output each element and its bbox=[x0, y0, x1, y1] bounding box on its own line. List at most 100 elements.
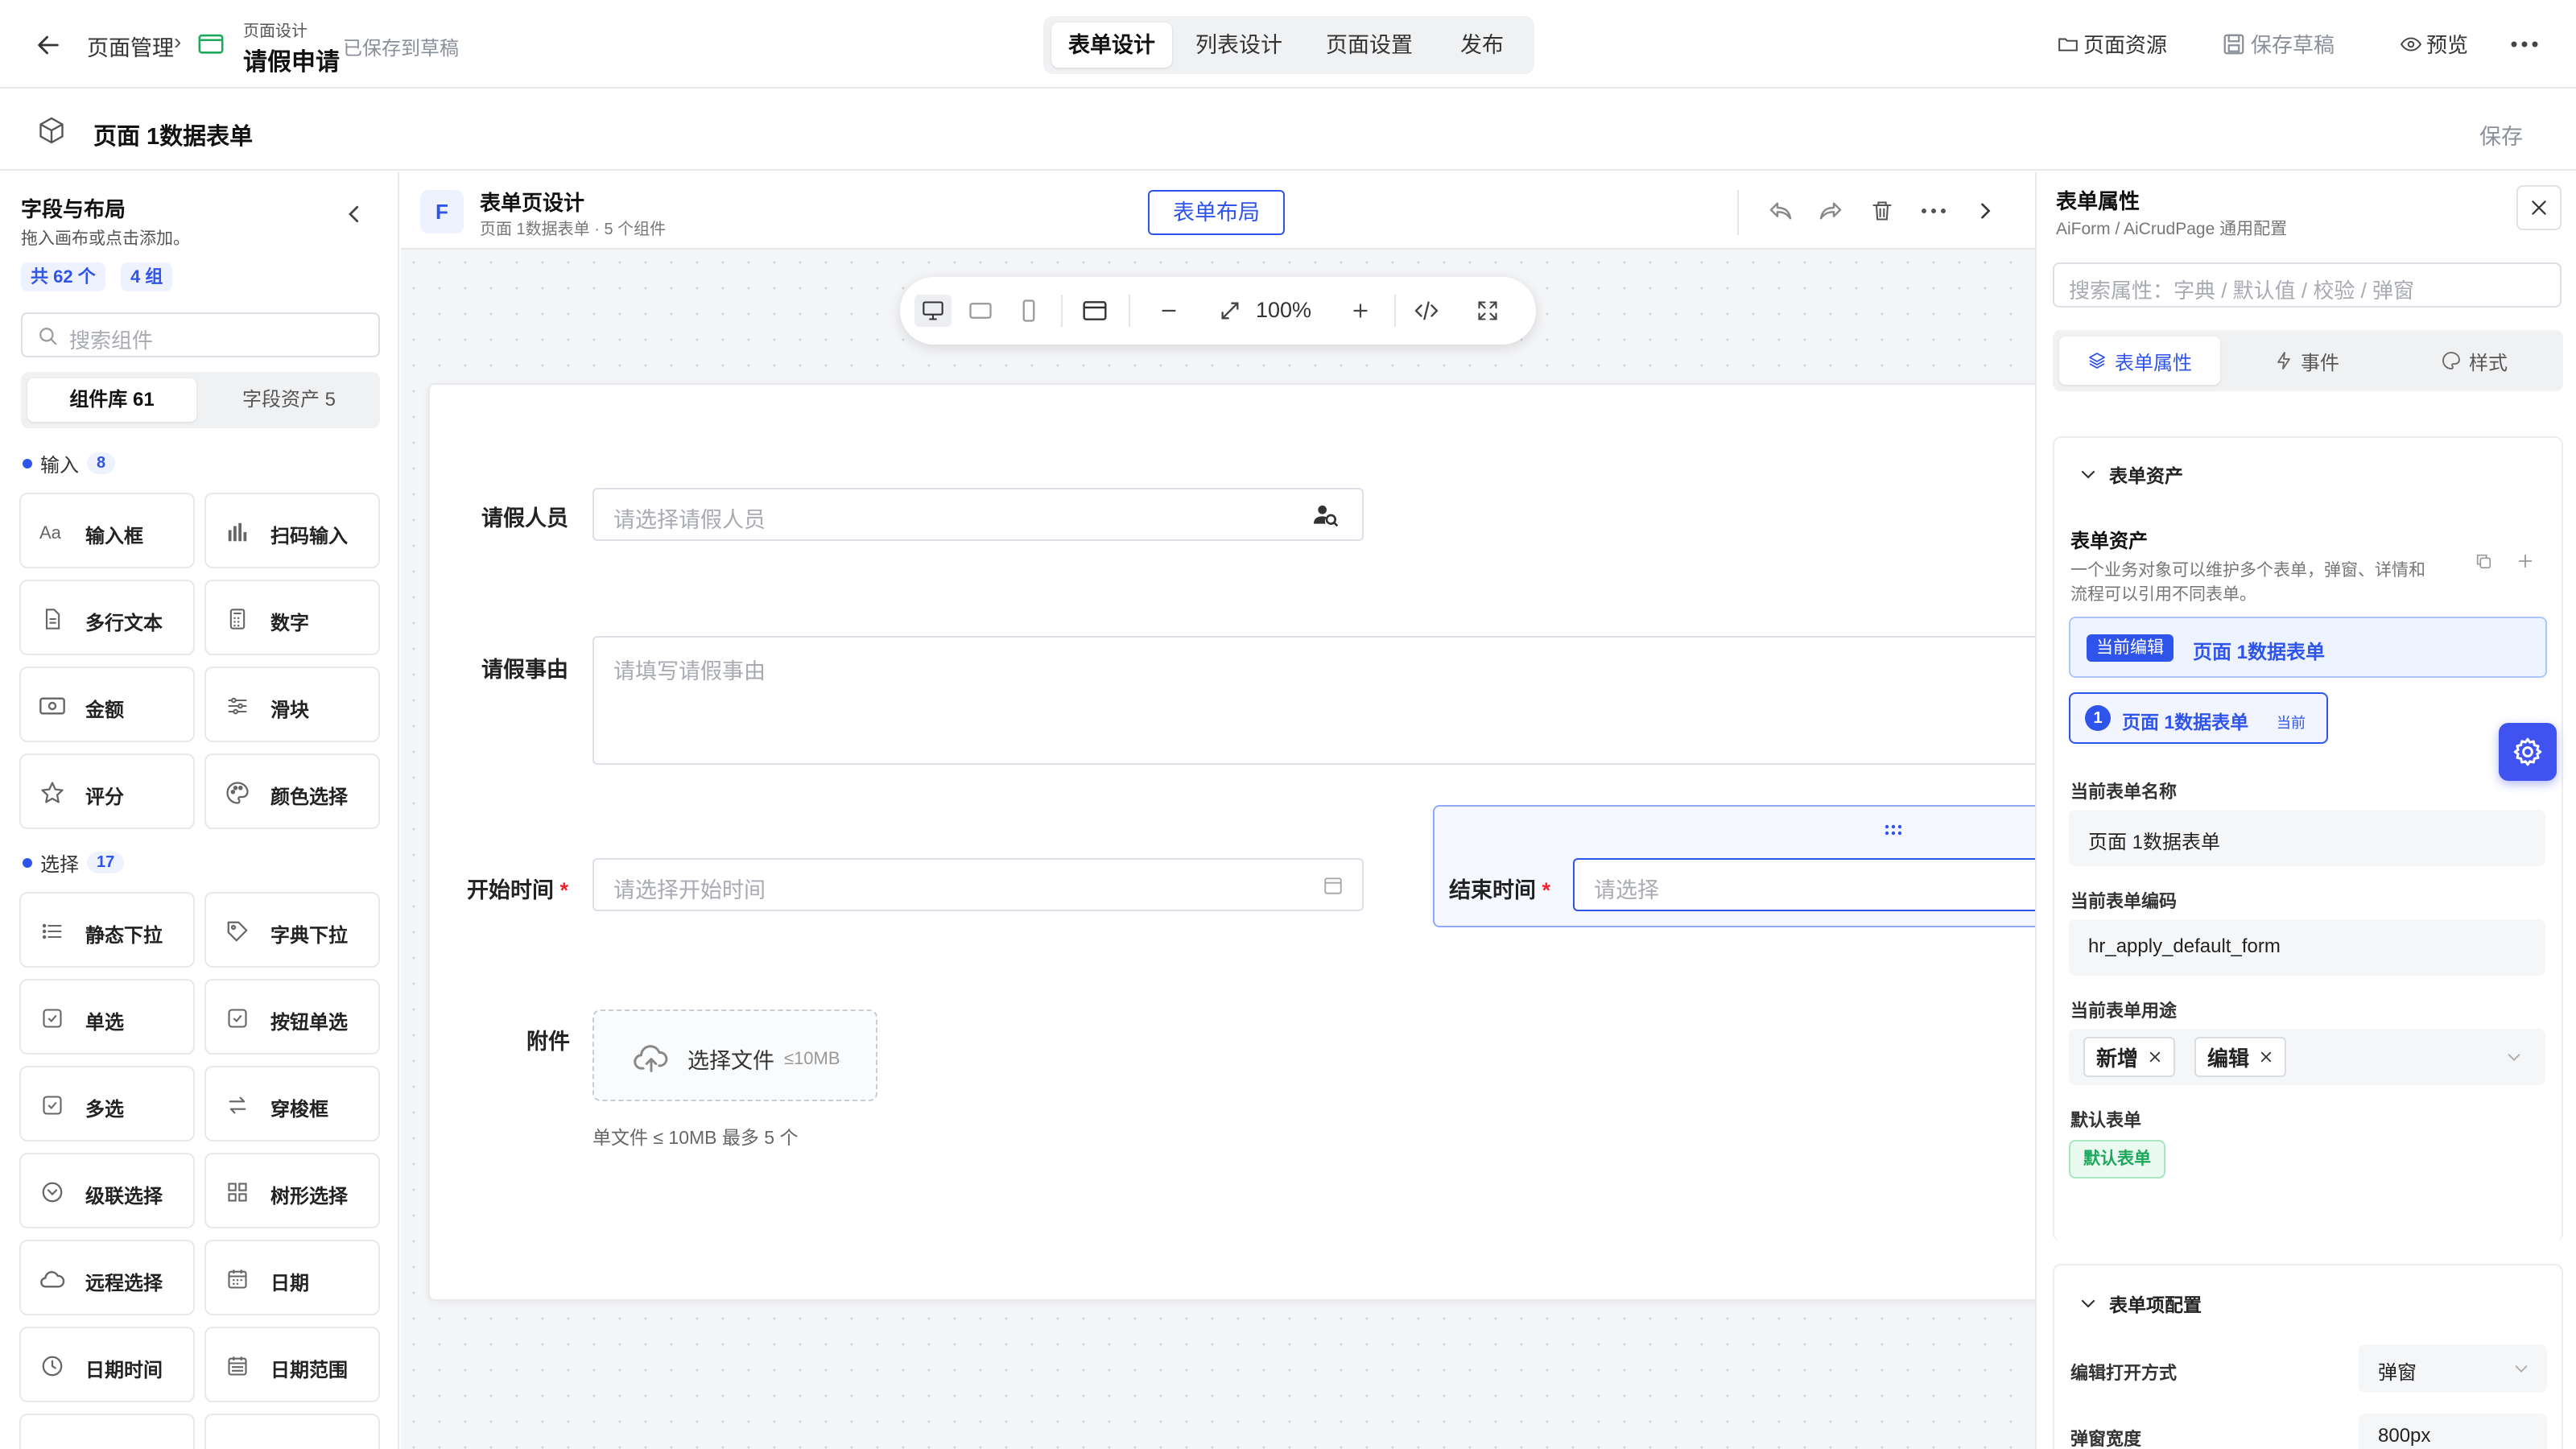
asset-index: 1 bbox=[2085, 705, 2111, 731]
window-icon[interactable] bbox=[1080, 296, 1109, 325]
tab-field-assets[interactable]: 字段资产 5 bbox=[204, 378, 374, 422]
component-label: 数字 bbox=[270, 613, 309, 634]
page-resources-label: 页面资源 bbox=[2083, 33, 2168, 57]
settings-gear-icon[interactable] bbox=[2499, 723, 2557, 781]
property-search-input[interactable]: 搜索属性：字典 / 默认值 / 校验 / 弹窗 bbox=[2053, 262, 2562, 308]
reason-textarea[interactable]: 请填写请假事由 bbox=[592, 636, 2035, 765]
save-button[interactable]: 保存 bbox=[2479, 119, 2523, 151]
close-icon[interactable] bbox=[2516, 185, 2562, 230]
group-header-select[interactable]: 选择 17 bbox=[23, 848, 125, 877]
start-time-input[interactable]: 请选择开始时间 bbox=[592, 858, 1364, 911]
preview-button[interactable]: 预览 bbox=[2401, 29, 2468, 59]
component-textarea[interactable]: 多行文本 bbox=[19, 580, 195, 655]
component-label: 单选 bbox=[85, 1012, 124, 1034]
upload-dropzone[interactable]: 选择文件 ≤10MB bbox=[592, 1009, 877, 1101]
dialog-width-input[interactable]: 800px bbox=[2359, 1414, 2547, 1449]
add-icon[interactable] bbox=[2515, 551, 2536, 572]
tab-publish[interactable]: 发布 bbox=[1438, 23, 1526, 68]
chevron-down-icon bbox=[2504, 1046, 2524, 1067]
component-date[interactable]: 日期 bbox=[204, 1240, 380, 1315]
back-arrow-icon[interactable] bbox=[32, 29, 64, 61]
component-amount[interactable]: 金额 bbox=[19, 667, 195, 742]
current-editing-row[interactable]: 当前编辑 页面 1数据表单 bbox=[2069, 617, 2547, 678]
tab-form-design[interactable]: 表单设计 bbox=[1051, 23, 1172, 68]
chevron-down-icon bbox=[2079, 464, 2098, 484]
more-icon[interactable] bbox=[2508, 32, 2541, 56]
component-number[interactable]: 数字 bbox=[204, 580, 380, 655]
applicant-picker-button[interactable] bbox=[1291, 488, 1364, 541]
tab-list-design[interactable]: 列表设计 bbox=[1179, 23, 1299, 68]
zoom-out-icon[interactable] bbox=[1154, 296, 1183, 325]
component-button-radio[interactable]: 按钮单选 bbox=[204, 979, 380, 1055]
component-label: 金额 bbox=[85, 700, 124, 721]
end-time-input[interactable]: 请选择 bbox=[1573, 858, 2035, 911]
component-scan-input[interactable]: 扫码输入 bbox=[204, 493, 380, 568]
form-items-section-header[interactable]: 表单项配置 bbox=[2079, 1290, 2202, 1317]
close-icon[interactable] bbox=[2148, 1050, 2162, 1064]
component-partial[interactable] bbox=[204, 1414, 380, 1449]
component-remote-select[interactable]: 远程选择 bbox=[19, 1240, 195, 1315]
tab-styles[interactable]: 样式 bbox=[2394, 336, 2555, 385]
form-layout-button[interactable]: 表单布局 bbox=[1148, 190, 1285, 235]
open-mode-select[interactable]: 弹窗 bbox=[2359, 1344, 2547, 1393]
component-slider[interactable]: 滑块 bbox=[204, 667, 380, 742]
desktop-view-icon[interactable] bbox=[914, 295, 952, 327]
zoom-in-icon[interactable] bbox=[1346, 296, 1375, 325]
preview-label: 预览 bbox=[2426, 33, 2469, 57]
tab-form-properties[interactable]: 表单属性 bbox=[2059, 336, 2220, 385]
mobile-view-icon[interactable] bbox=[1014, 296, 1043, 325]
form-usage-select[interactable]: 新增 编辑 bbox=[2069, 1029, 2545, 1085]
form-assets-section-header[interactable]: 表单资产 bbox=[2079, 460, 2183, 488]
component-label: 日期范围 bbox=[270, 1360, 348, 1381]
banknote-icon bbox=[39, 692, 66, 720]
fit-screen-icon[interactable] bbox=[1216, 296, 1245, 325]
drag-handle-icon[interactable] bbox=[1882, 823, 1905, 837]
applicant-input[interactable]: 请选择请假人员 bbox=[592, 488, 1296, 541]
form-name-field[interactable]: 页面 1数据表单 bbox=[2069, 810, 2545, 866]
form-code-field[interactable]: hr_apply_default_form bbox=[2069, 919, 2545, 976]
default-form-tag: 默认表单 bbox=[2069, 1140, 2165, 1179]
component-search-input[interactable]: 搜索组件 bbox=[21, 312, 380, 357]
component-datetime[interactable]: 日期时间 bbox=[19, 1327, 195, 1402]
copy-icon[interactable] bbox=[2473, 551, 2494, 572]
tab-page-settings[interactable]: 页面设置 bbox=[1309, 23, 1430, 68]
component-partial[interactable] bbox=[19, 1414, 195, 1449]
chevron-right-icon[interactable] bbox=[1971, 196, 2000, 225]
close-icon[interactable] bbox=[2259, 1050, 2273, 1064]
group-header-input[interactable]: 输入 8 bbox=[23, 449, 116, 477]
fullscreen-icon[interactable] bbox=[1473, 296, 1502, 325]
form-title: 页面 1数据表单 bbox=[93, 124, 254, 150]
tab-events[interactable]: 事件 bbox=[2227, 336, 2388, 385]
collapse-left-icon[interactable] bbox=[340, 200, 369, 229]
component-date-range[interactable]: 日期范围 bbox=[204, 1327, 380, 1402]
component-input[interactable]: Aa 输入框 bbox=[19, 493, 195, 568]
code-icon[interactable] bbox=[1412, 296, 1441, 325]
component-rating[interactable]: 评分 bbox=[19, 753, 195, 829]
component-cascader[interactable]: 级联选择 bbox=[19, 1153, 195, 1228]
left-panel-title: 字段与布局 bbox=[21, 197, 126, 221]
component-static-select[interactable]: 静态下拉 bbox=[19, 892, 195, 968]
breadcrumb-root[interactable]: 页面管理 bbox=[87, 31, 174, 62]
component-color-picker[interactable]: 颜色选择 bbox=[204, 753, 380, 829]
design-canvas[interactable]: F 表单页设计 页面 1数据表单 · 5 个组件 表单布局 100% 请假人员 … bbox=[401, 172, 2035, 1449]
search-icon bbox=[37, 325, 60, 348]
component-transfer[interactable]: 穿梭框 bbox=[204, 1066, 380, 1141]
page-resources-button[interactable]: 页面资源 bbox=[2058, 29, 2167, 59]
undo-icon[interactable] bbox=[1766, 196, 1795, 225]
more-icon[interactable] bbox=[1919, 196, 1948, 225]
group-name: 输入 bbox=[40, 455, 79, 477]
component-checkbox[interactable]: 多选 bbox=[19, 1066, 195, 1141]
tablet-view-icon[interactable] bbox=[966, 296, 995, 325]
component-radio[interactable]: 单选 bbox=[19, 979, 195, 1055]
component-label: 级联选择 bbox=[85, 1186, 163, 1208]
trash-icon[interactable] bbox=[1868, 196, 1897, 225]
component-dict-select[interactable]: 字典下拉 bbox=[204, 892, 380, 968]
component-tree-select[interactable]: 树形选择 bbox=[204, 1153, 380, 1228]
tab-component-library[interactable]: 组件库 61 bbox=[27, 378, 196, 422]
form-asset-item[interactable]: 1 页面 1数据表单 当前 bbox=[2069, 692, 2328, 744]
save-draft-button[interactable]: 保存草稿 bbox=[2222, 29, 2334, 59]
user-search-icon bbox=[1314, 502, 1340, 528]
star-icon bbox=[39, 779, 66, 807]
selected-field-end-time[interactable]: 结束时间 * 请选择 bbox=[1433, 805, 2035, 927]
redo-icon[interactable] bbox=[1816, 196, 1845, 225]
